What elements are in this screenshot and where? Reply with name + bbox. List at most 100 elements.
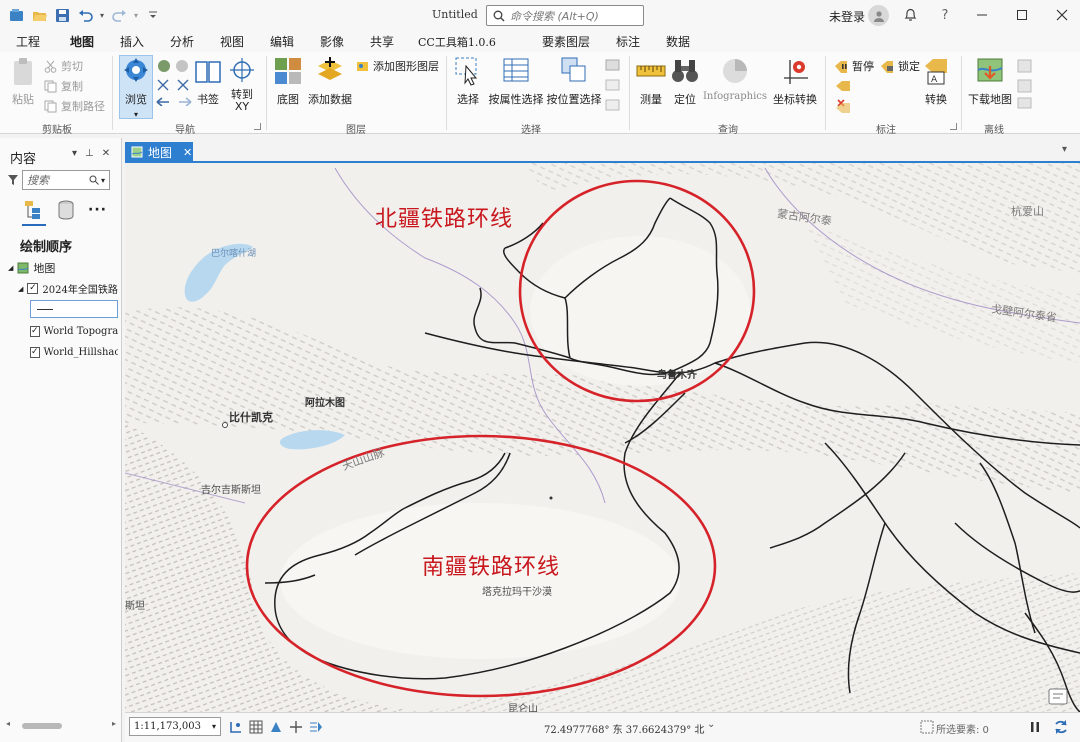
- grid-icon[interactable]: [249, 720, 263, 734]
- add-data-button[interactable]: 添加数据: [306, 56, 354, 107]
- constraints-icon[interactable]: [289, 720, 303, 734]
- layer-visibility-checkbox[interactable]: ✓: [27, 283, 39, 294]
- locate-button[interactable]: 定位: [670, 56, 700, 107]
- bookmark-icon: [195, 61, 221, 83]
- rotation-icon[interactable]: [269, 720, 283, 734]
- coordinate-format-dropdown-icon[interactable]: ⌄: [707, 719, 715, 730]
- download-map-button[interactable]: 下载地图: [966, 56, 1014, 107]
- scale-selector[interactable]: 1:11,173,003 ▾: [129, 717, 221, 736]
- bookmarks-button[interactable]: 书签: [194, 56, 222, 107]
- crosshair-icon: [230, 58, 254, 82]
- collapse-icon[interactable]: ◢: [18, 285, 23, 293]
- map-tab-close-icon[interactable]: ✕: [183, 146, 192, 159]
- notifications-icon[interactable]: [902, 7, 918, 23]
- infographics-icon: [723, 59, 747, 83]
- lock-labeling-button[interactable]: 锁定: [880, 58, 920, 74]
- tab-cc-toolbox[interactable]: CC工具箱1.0.6: [418, 34, 496, 50]
- scroll-left-icon[interactable]: ◂: [6, 719, 10, 728]
- pause-icon[interactable]: [1028, 720, 1042, 734]
- save-icon[interactable]: [54, 7, 70, 23]
- pane-close-icon[interactable]: ✕: [102, 148, 110, 159]
- undo-icon[interactable]: [77, 7, 93, 23]
- contents-search-input[interactable]: 搜索 ▾: [22, 170, 110, 190]
- tab-insert[interactable]: 插入: [120, 33, 144, 50]
- tab-project[interactable]: 工程: [16, 33, 40, 50]
- explore-dropdown-icon: ▾: [133, 110, 138, 119]
- measure-button[interactable]: 测量: [636, 56, 666, 107]
- scrollbar-thumb[interactable]: [22, 723, 62, 729]
- layer-row-world-hillshade[interactable]: ✓ World_Hillshac: [30, 347, 118, 358]
- select-by-attribute-button[interactable]: 按属性选择: [488, 56, 544, 107]
- tab-feature-layer[interactable]: 要素图层: [542, 33, 590, 50]
- pane-controls: ▾ ⊥ ✕: [72, 148, 110, 159]
- map-view-tab[interactable]: 地图 ✕: [125, 142, 193, 162]
- add-graphics-layer-button[interactable]: 添加图形图层: [356, 58, 439, 74]
- label-bishkek: 比什凯克: [229, 411, 273, 424]
- pane-options-icon[interactable]: ▾: [72, 148, 77, 159]
- more-views-icon[interactable]: ···: [88, 202, 107, 218]
- layer-visibility-checkbox[interactable]: ✓: [30, 326, 40, 337]
- undo-dropdown-icon[interactable]: ▾: [100, 11, 104, 20]
- minimize-icon[interactable]: [974, 7, 990, 23]
- command-search[interactable]: 命令搜索 (Alt+Q): [486, 5, 644, 26]
- tab-imagery[interactable]: 影像: [320, 33, 344, 50]
- navigation-tools-icon[interactable]: [156, 58, 192, 106]
- layer-visibility-checkbox[interactable]: ✓: [30, 347, 40, 358]
- map-view[interactable]: 巴尔喀什湖 蒙古阿尔泰 杭爱山 戈壁阿尔泰省 乌鲁木齐 阿拉木图 比什凯克 天山…: [125, 163, 1080, 712]
- tab-view[interactable]: 视图: [220, 33, 244, 50]
- data-source-icon[interactable]: [56, 200, 76, 220]
- drawing-order-icon[interactable]: [24, 200, 44, 220]
- goto-xy-button[interactable]: 转到 XY: [228, 56, 256, 113]
- map-notes-icon[interactable]: [1047, 687, 1069, 707]
- convert-labels-button[interactable]: A 转换: [922, 56, 950, 107]
- close-icon[interactable]: [1054, 7, 1070, 23]
- sign-in-status[interactable]: 未登录: [829, 8, 865, 25]
- cut-icon: [44, 60, 57, 73]
- basemap-button[interactable]: 底图: [274, 56, 302, 107]
- help-button[interactable]: ?: [937, 7, 953, 23]
- convert-coordinates-button[interactable]: 坐标转换: [772, 56, 818, 107]
- layer-row-world-topographic[interactable]: ✓ World Topograp: [30, 326, 118, 337]
- explore-button[interactable]: 浏览 ▾: [119, 56, 153, 120]
- scroll-right-icon[interactable]: ▸: [112, 719, 116, 728]
- railway-line-symbol[interactable]: [30, 300, 118, 318]
- refresh-icon[interactable]: [1053, 720, 1067, 734]
- drawing-order-heading: 绘制顺序: [20, 240, 73, 255]
- redo-icon: [111, 7, 127, 23]
- filter-icon[interactable]: [8, 174, 18, 186]
- project-icon[interactable]: [8, 7, 24, 23]
- tab-share[interactable]: 共享: [370, 33, 394, 50]
- add-data-icon: [318, 57, 342, 80]
- avatar[interactable]: [868, 5, 889, 26]
- label-priority-icon[interactable]: [834, 80, 854, 114]
- pause-labeling-button[interactable]: 暂停: [834, 58, 874, 74]
- snapping-icon[interactable]: [229, 720, 243, 734]
- maximize-icon[interactable]: [1014, 7, 1030, 23]
- collapse-icon[interactable]: ◢: [8, 264, 13, 272]
- copy-path-button: 复制路径: [44, 98, 105, 114]
- tab-map[interactable]: 地图: [67, 33, 97, 54]
- pause-drawing-icon[interactable]: [309, 720, 323, 734]
- navigate-launcher-icon[interactable]: [254, 123, 261, 130]
- tab-analysis[interactable]: 分析: [170, 33, 194, 50]
- paste-icon: [14, 58, 32, 85]
- contents-search-placeholder: 搜索: [27, 174, 49, 187]
- map-canvas[interactable]: [125, 163, 1080, 712]
- select-by-location-button[interactable]: 按位置选择: [546, 56, 602, 107]
- paste-button: 粘贴: [8, 56, 38, 107]
- selection-tools-icon: [605, 59, 620, 111]
- label-kyrgyzstan: 吉尔吉斯斯坦: [201, 485, 261, 496]
- tab-data[interactable]: 数据: [666, 33, 690, 50]
- customize-icon[interactable]: [145, 7, 161, 23]
- select-button[interactable]: 选择: [454, 56, 482, 107]
- labeling-launcher-icon[interactable]: [950, 123, 957, 130]
- pin-icon[interactable]: ⊥: [85, 148, 94, 159]
- copy-button: 复制: [44, 78, 83, 94]
- layer-row-railway[interactable]: ◢ ✓ 2024年全国铁路: [18, 281, 118, 296]
- tab-labeling[interactable]: 标注: [616, 33, 640, 50]
- view-list-chevron-icon[interactable]: ▾: [1062, 144, 1067, 155]
- layer-row-map[interactable]: ◢ 地图: [8, 260, 118, 276]
- tab-edit[interactable]: 编辑: [270, 33, 294, 50]
- contents-horizontal-scrollbar[interactable]: ◂ ▸: [6, 719, 116, 730]
- open-icon[interactable]: [31, 7, 47, 23]
